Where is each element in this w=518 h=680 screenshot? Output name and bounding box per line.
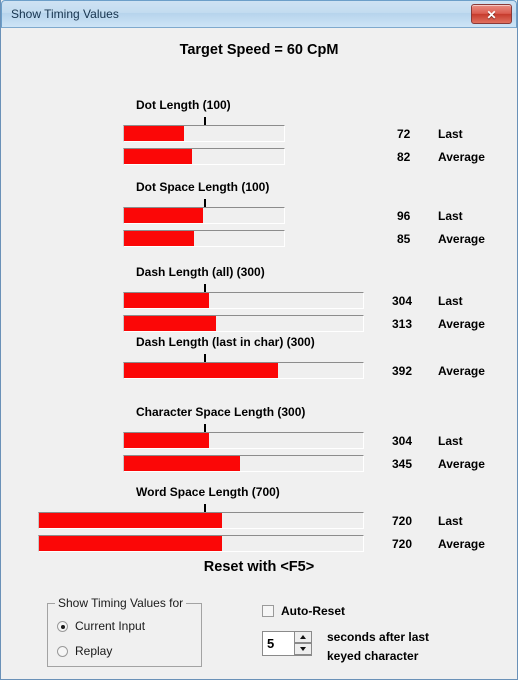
metric-value: 313 xyxy=(392,317,413,331)
metric-value: 82 xyxy=(397,150,411,164)
metric-bar-track xyxy=(123,125,285,142)
metric-bar-track xyxy=(123,230,285,247)
metric-bar-fill xyxy=(124,231,194,246)
target-speed-label: Target Speed = 60 CpM xyxy=(179,42,339,58)
metric-bar-track xyxy=(123,432,364,449)
metric-value: 720 xyxy=(392,537,413,551)
metric-bar-fill xyxy=(124,149,192,164)
seconds-value: 5 xyxy=(267,636,275,651)
metric-bar-track xyxy=(123,207,285,224)
radio-unselected-icon xyxy=(57,646,68,657)
metric-kind-label: Average xyxy=(438,232,485,246)
metric-bar-track xyxy=(123,362,364,379)
metric-value: 304 xyxy=(392,434,413,448)
metric-title: Dash Length (all) (300) xyxy=(136,265,265,279)
metric-value: 72 xyxy=(397,127,411,141)
metric-kind-label: Average xyxy=(438,317,485,331)
metric-kind-label: Last xyxy=(438,514,463,528)
metric-bar-fill xyxy=(124,433,209,448)
spinner-buttons xyxy=(294,631,312,656)
seconds-spinner[interactable]: 5 xyxy=(262,631,312,656)
client-area: Target Speed = 60 CpM Dot Length (100) 72… xyxy=(1,28,517,678)
reset-hint-label: Reset with <F5> xyxy=(203,559,315,575)
metric-bar-fill xyxy=(124,456,240,471)
window-title: Show Timing Values xyxy=(11,7,119,21)
metric-kind-label: Last xyxy=(438,434,463,448)
radio-selected-icon xyxy=(57,621,68,632)
metric-value: 304 xyxy=(392,294,413,308)
metric-value: 85 xyxy=(397,232,411,246)
metric-bar-fill xyxy=(39,536,222,551)
metric-kind-label: Last xyxy=(438,294,463,308)
metric-kind-label: Average xyxy=(438,364,485,378)
metric-bar-fill xyxy=(124,208,203,223)
chevron-down-icon xyxy=(300,647,306,651)
metric-value: 720 xyxy=(392,514,413,528)
metric-bar-track xyxy=(123,315,364,332)
metric-title: Dash Length (last in char) (300) xyxy=(136,335,315,349)
metric-bar-track xyxy=(123,455,364,472)
radio-current-input-label: Current Input xyxy=(75,619,146,633)
metric-kind-label: Average xyxy=(438,457,485,471)
metric-value: 345 xyxy=(392,457,413,471)
spinner-increment-button[interactable] xyxy=(294,631,312,643)
metric-value: 392 xyxy=(392,364,413,378)
metric-bar-fill xyxy=(124,316,216,331)
dialog-window: Show Timing Values ✕ Target Speed = 60 C… xyxy=(0,0,518,680)
metric-bar-track xyxy=(38,512,364,529)
spinner-decrement-button[interactable] xyxy=(294,643,312,655)
source-group-legend: Show Timing Values for xyxy=(55,596,187,610)
metric-title: Word Space Length (700) xyxy=(136,485,280,499)
metric-kind-label: Last xyxy=(438,127,463,141)
source-group-box xyxy=(47,603,202,667)
metric-title: Character Space Length (300) xyxy=(136,405,306,419)
metric-kind-label: Last xyxy=(438,209,463,223)
radio-replay-label: Replay xyxy=(75,644,113,658)
seconds-caption-line1: seconds after last xyxy=(327,630,430,644)
metric-bar-track xyxy=(38,535,364,552)
close-icon: ✕ xyxy=(486,8,497,22)
metric-bar-fill xyxy=(39,513,222,528)
metric-bar-track xyxy=(123,292,364,309)
metric-bar-track xyxy=(123,148,285,165)
checkbox-unchecked-icon xyxy=(262,605,274,617)
seconds-caption-line2: keyed character xyxy=(327,649,419,663)
metric-kind-label: Average xyxy=(438,150,485,164)
metric-kind-label: Average xyxy=(438,537,485,551)
title-bar: Show Timing Values ✕ xyxy=(1,0,517,28)
chevron-up-icon xyxy=(300,635,306,639)
metric-value: 96 xyxy=(397,209,411,223)
metric-bar-fill xyxy=(124,126,184,141)
close-button[interactable]: ✕ xyxy=(471,4,512,24)
metric-bar-fill xyxy=(124,293,209,308)
metric-title: Dot Space Length (100) xyxy=(136,180,270,194)
auto-reset-label: Auto-Reset xyxy=(281,604,346,618)
metric-bar-fill xyxy=(124,363,278,378)
metric-title: Dot Length (100) xyxy=(136,98,231,112)
